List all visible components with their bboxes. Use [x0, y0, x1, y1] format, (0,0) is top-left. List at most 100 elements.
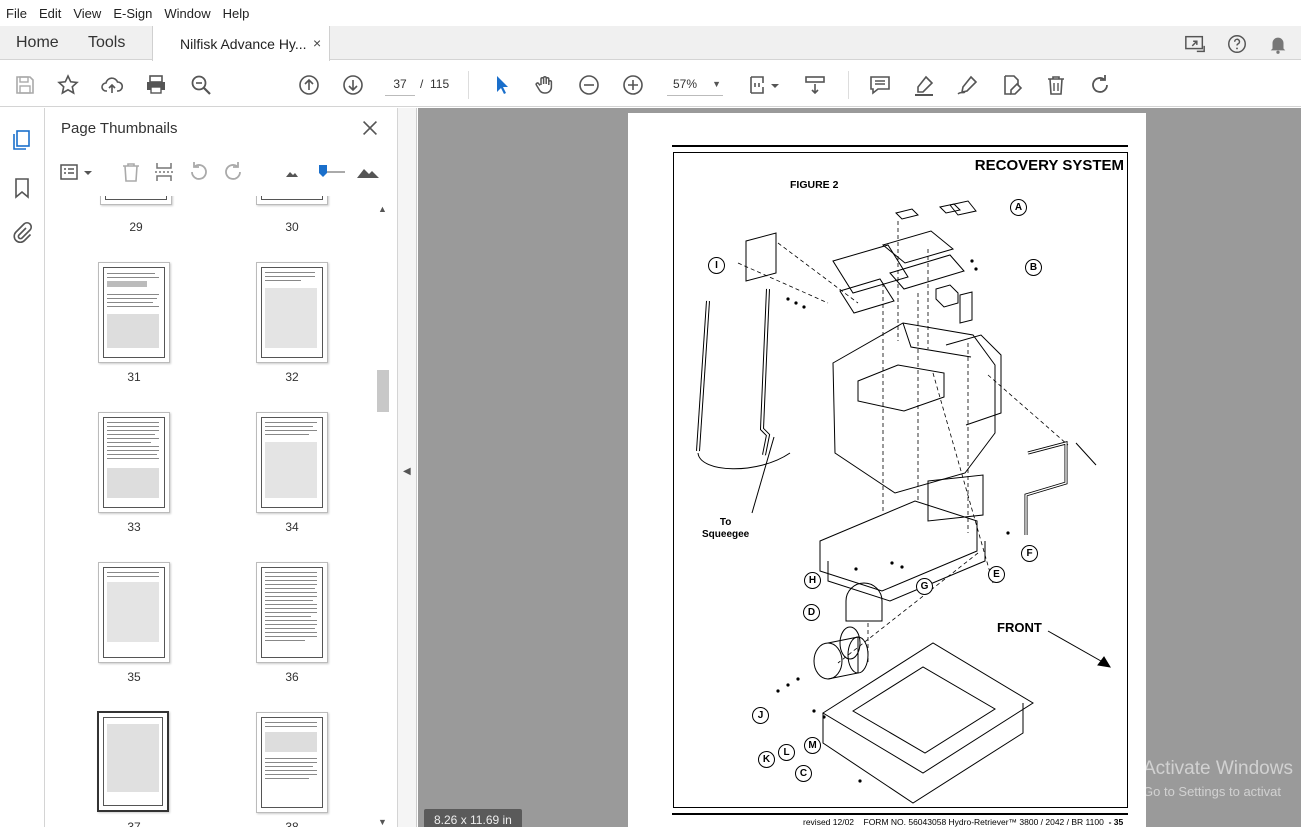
print-icon[interactable] — [144, 73, 168, 97]
page-thumbnail-32[interactable] — [256, 262, 328, 363]
callout-d: D — [803, 604, 820, 621]
large-thumbnails-icon[interactable] — [356, 160, 380, 184]
thumbnail-label: 35 — [127, 670, 141, 684]
page-thumbnail-31[interactable] — [98, 262, 170, 363]
page-thumbnail-36[interactable] — [256, 562, 328, 663]
menu-bar: File Edit View E-Sign Window Help — [0, 0, 1301, 26]
page-thumbnail-29[interactable] — [100, 196, 172, 205]
document-tab-title: Nilfisk Advance Hy... — [180, 36, 307, 52]
exploded-parts-diagram — [696, 200, 1111, 804]
thumbnail-label: 29 — [129, 220, 143, 234]
left-navigation-rail — [0, 108, 45, 827]
menu-esign[interactable]: E-Sign — [113, 6, 152, 21]
upload-cloud-icon[interactable] — [100, 73, 124, 97]
menu-help[interactable]: Help — [223, 6, 250, 21]
page-thumbnail-34[interactable] — [256, 412, 328, 513]
page-size-indicator: 8.26 x 11.69 in — [424, 809, 522, 827]
document-view[interactable]: RECOVERY SYSTEM FIGURE 2 A B I F E H G D… — [418, 108, 1301, 827]
menu-view[interactable]: View — [73, 6, 101, 21]
chevron-down-icon[interactable] — [83, 160, 93, 184]
callout-k: K — [758, 751, 775, 768]
previous-page-icon[interactable] — [297, 73, 321, 97]
menu-window[interactable]: Window — [164, 6, 210, 21]
main-toolbar: 37 / 115 57% ▼ — [0, 61, 1301, 107]
attachments-paperclip-icon[interactable] — [10, 221, 34, 245]
scrollbar-thumb[interactable] — [377, 370, 389, 412]
rotate-counterclockwise-icon[interactable] — [187, 160, 211, 184]
scroll-up-icon[interactable]: ▲ — [378, 204, 387, 214]
page-thumbnail-38[interactable] — [256, 712, 328, 813]
page-thumbnail-30[interactable] — [256, 196, 328, 205]
highlight-pen-icon[interactable] — [912, 73, 936, 97]
notification-bell-icon[interactable] — [1267, 33, 1289, 55]
callout-m: M — [804, 737, 821, 754]
toolbar-divider — [468, 71, 469, 99]
tab-document[interactable]: Nilfisk Advance Hy... × — [152, 26, 330, 61]
help-icon[interactable] — [1226, 33, 1248, 55]
thumbnail-label: 30 — [285, 220, 299, 234]
footer-form-number: FORM NO. 56043058 Hydro-Retriever™ 3800 … — [863, 817, 1104, 827]
page-separator: / — [420, 77, 424, 91]
acrobat-window: File Edit View E-Sign Window Help Home T… — [0, 0, 1301, 827]
redo-icon[interactable] — [1088, 73, 1112, 97]
tab-home[interactable]: Home — [16, 26, 59, 60]
menu-edit[interactable]: Edit — [39, 6, 61, 21]
tab-bar: Home Tools Nilfisk Advance Hy... × — [0, 26, 1301, 61]
select-cursor-icon[interactable] — [490, 73, 514, 97]
page-thumbnails-panel: Page Thumbnails 29 30 31 32 33 34 35 36 … — [45, 108, 398, 827]
hand-tool-icon[interactable] — [533, 73, 557, 97]
page-view-icon[interactable] — [748, 73, 772, 97]
zoom-level-value: 57% — [673, 77, 698, 91]
zoom-level-dropdown[interactable]: 57% ▼ — [667, 72, 723, 96]
thumbnails-scrollbar[interactable]: ▲ ▼ — [376, 200, 390, 827]
tab-tools[interactable]: Tools — [88, 26, 125, 60]
watermark-line1: Activate Windows — [1143, 758, 1293, 779]
thumbnail-label: 37 — [127, 820, 141, 827]
next-page-icon[interactable] — [341, 73, 365, 97]
page-bottom-rule — [672, 813, 1128, 815]
callout-a: A — [1010, 199, 1027, 216]
callout-i: I — [708, 257, 725, 274]
bookmarks-icon[interactable] — [10, 176, 34, 200]
save-icon[interactable] — [13, 73, 37, 97]
close-tab-icon[interactable]: × — [313, 35, 321, 51]
comment-icon[interactable] — [868, 73, 892, 97]
draw-sign-icon[interactable] — [956, 73, 980, 97]
thumbnail-label: 32 — [285, 370, 299, 384]
page-thumbnail-33[interactable] — [98, 412, 170, 513]
insert-page-icon[interactable] — [153, 160, 177, 184]
panel-splitter[interactable]: ◀ — [398, 108, 417, 827]
zoom-out-icon[interactable] — [577, 73, 601, 97]
thumbnails-list[interactable]: 29 30 31 32 33 34 35 36 37 38 — [45, 196, 378, 827]
delete-page-icon[interactable] — [119, 160, 143, 184]
thumbnail-label: 33 — [127, 520, 141, 534]
thumbnail-size-slider[interactable] — [317, 160, 347, 184]
bookmark-star-icon[interactable] — [56, 73, 80, 97]
chevron-down-icon[interactable] — [770, 73, 780, 97]
rotate-clockwise-icon[interactable] — [221, 160, 245, 184]
search-zoom-icon[interactable] — [189, 73, 213, 97]
thumbnail-label: 34 — [285, 520, 299, 534]
page-thumbnail-37-selected[interactable] — [97, 711, 169, 812]
trash-icon[interactable] — [1044, 73, 1068, 97]
collapse-panel-icon[interactable]: ◀ — [403, 466, 411, 477]
callout-e: E — [988, 566, 1005, 583]
pdf-page: RECOVERY SYSTEM FIGURE 2 A B I F E H G D… — [628, 113, 1146, 827]
zoom-in-icon[interactable] — [621, 73, 645, 97]
menu-file[interactable]: File — [6, 6, 27, 21]
watermark-line2: Go to Settings to activat — [1143, 784, 1282, 799]
close-panel-icon[interactable] — [359, 117, 381, 139]
page-thumbnail-35[interactable] — [98, 562, 170, 663]
callout-j: J — [752, 707, 769, 724]
toolbar-divider — [848, 71, 849, 99]
share-screen-icon[interactable] — [1184, 33, 1206, 55]
edit-document-icon[interactable] — [1000, 73, 1024, 97]
page-thumbnails-icon[interactable] — [10, 128, 34, 152]
scroll-mode-icon[interactable] — [803, 73, 827, 97]
page-total: 115 — [430, 77, 450, 91]
callout-l: L — [778, 744, 795, 761]
small-thumbnails-icon[interactable] — [280, 160, 304, 184]
scroll-down-icon[interactable]: ▼ — [378, 817, 387, 827]
thumbnail-options-icon[interactable] — [59, 160, 83, 184]
page-number-input[interactable]: 37 — [385, 72, 415, 96]
